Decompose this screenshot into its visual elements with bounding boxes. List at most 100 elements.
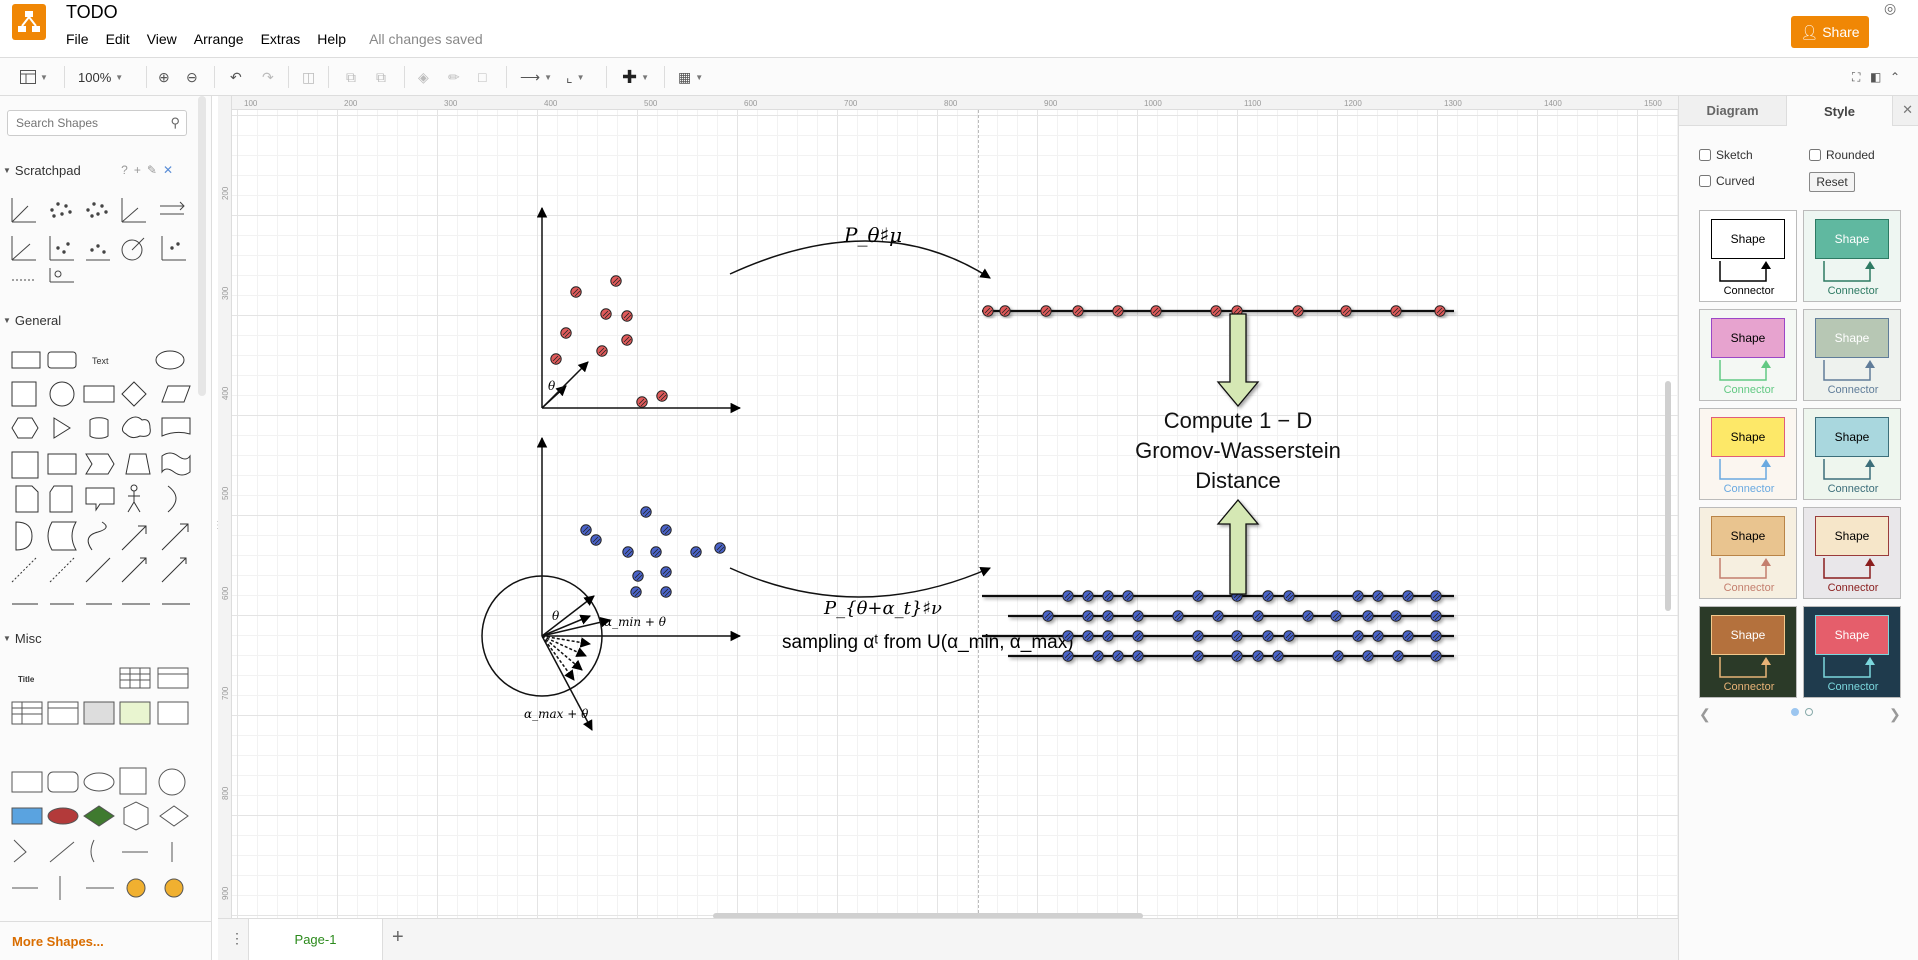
blue-point[interactable] — [622, 546, 634, 558]
blue-point[interactable] — [660, 586, 672, 598]
curved-checkbox[interactable] — [1699, 175, 1711, 187]
red-point-cloud[interactable] — [550, 275, 668, 408]
style-card[interactable]: Shape Connector — [1803, 408, 1901, 500]
menu-file[interactable]: File — [66, 31, 98, 47]
pages-menu-icon[interactable]: ⋮ — [230, 930, 244, 947]
red-line-point[interactable] — [1072, 305, 1084, 317]
fill-color-icon[interactable]: ◈ — [418, 67, 429, 87]
blue-line-point[interactable] — [1352, 590, 1364, 602]
red-line-point[interactable] — [999, 305, 1011, 317]
zoom-out-icon[interactable]: ⊖ — [186, 67, 198, 87]
blue-line-point[interactable] — [1132, 630, 1144, 642]
menu-help[interactable]: Help — [317, 31, 355, 47]
style-card[interactable]: Shape Connector — [1699, 210, 1797, 302]
blue-line-point[interactable] — [1082, 630, 1094, 642]
blue-point[interactable] — [660, 566, 672, 578]
blue-point[interactable] — [690, 546, 702, 558]
drawio-logo[interactable] — [12, 4, 46, 40]
blue-point[interactable] — [590, 534, 602, 546]
share-button[interactable]: 👤︎ Share — [1791, 16, 1869, 48]
red-point[interactable] — [610, 275, 622, 287]
blue-line-point[interactable] — [1102, 610, 1114, 622]
blue-line-point[interactable] — [1102, 630, 1114, 642]
blue-point[interactable] — [630, 586, 642, 598]
blue-line-point[interactable] — [1332, 650, 1344, 662]
blue-point[interactable] — [640, 506, 652, 518]
blue-line-point[interactable] — [1402, 630, 1414, 642]
edit-icon[interactable]: ✎ — [147, 163, 157, 177]
collapse-icon[interactable]: ⌃ — [1890, 67, 1900, 87]
blue-line-point[interactable] — [1392, 650, 1404, 662]
red-line-point[interactable] — [1112, 305, 1124, 317]
style-card[interactable]: Shape Connector — [1699, 309, 1797, 401]
red-point[interactable] — [550, 353, 562, 365]
blue-line-point[interactable] — [1372, 630, 1384, 642]
red-line-point[interactable] — [1390, 305, 1402, 317]
redo-icon[interactable]: ↷ — [262, 67, 274, 87]
blue-line-point[interactable] — [1231, 630, 1243, 642]
line-color-icon[interactable]: ✏︎ — [448, 67, 460, 87]
general-shapes[interactable]: Text — [8, 346, 198, 616]
search-input[interactable] — [14, 112, 164, 134]
blue-line-point[interactable] — [1192, 650, 1204, 662]
style-card[interactable]: Shape Connector — [1803, 210, 1901, 302]
bottom-projection-arrow[interactable] — [729, 566, 991, 598]
blue-line-point[interactable] — [1112, 650, 1124, 662]
menu-extras[interactable]: Extras — [261, 31, 310, 47]
curved-option[interactable]: Curved — [1699, 174, 1755, 188]
blue-line-point[interactable] — [1062, 650, 1074, 662]
tab-style[interactable]: Style — [1786, 96, 1893, 126]
red-point[interactable] — [570, 286, 582, 298]
shadow-icon[interactable]: □ — [478, 67, 486, 87]
search-box[interactable]: ⚲ — [7, 110, 187, 136]
red-line-point[interactable] — [1434, 305, 1446, 317]
undo-icon[interactable]: ↶ — [230, 67, 242, 87]
red-line-point[interactable] — [1150, 305, 1162, 317]
sidebar-scrollbar[interactable] — [198, 96, 206, 396]
blue-line-point[interactable] — [1430, 630, 1442, 642]
style-page-dots[interactable] — [1791, 708, 1813, 716]
blue-line-point[interactable] — [1062, 630, 1074, 642]
menu-arrange[interactable]: Arrange — [194, 31, 253, 47]
blue-point[interactable] — [580, 524, 592, 536]
blue-line-point[interactable] — [1092, 650, 1104, 662]
search-icon[interactable]: ⚲ — [170, 115, 180, 131]
page-tab-1[interactable]: Page-1 — [248, 919, 383, 960]
red-point[interactable] — [656, 390, 668, 402]
reset-button[interactable]: Reset — [1809, 172, 1855, 192]
delete-icon[interactable]: ◫ — [302, 67, 315, 87]
blue-line-point[interactable] — [1362, 610, 1374, 622]
palette-scratchpad[interactable]: ▼ Scratchpad ? + ✎ ✕ — [0, 158, 195, 182]
blue-line-point[interactable] — [1042, 610, 1054, 622]
compute-label[interactable]: Compute 1 − D Gromov-Wasserstein Distanc… — [1135, 408, 1341, 493]
red-point[interactable] — [600, 308, 612, 320]
menu-edit[interactable]: Edit — [106, 31, 139, 47]
blue-line-point[interactable] — [1132, 650, 1144, 662]
document-title[interactable]: TODO — [66, 2, 118, 23]
zoom-dropdown[interactable]: 100% ▼ — [78, 67, 123, 87]
blue-line-point[interactable] — [1430, 650, 1442, 662]
top-projection-line[interactable] — [982, 305, 1454, 317]
blue-line-point[interactable] — [1082, 610, 1094, 622]
upper-axes[interactable] — [536, 206, 742, 414]
blue-line-point[interactable] — [1390, 610, 1402, 622]
style-card[interactable]: Shape Connector — [1803, 507, 1901, 599]
red-line-point[interactable] — [1292, 305, 1304, 317]
blue-line-point[interactable] — [1362, 650, 1374, 662]
blue-line-point[interactable] — [1062, 590, 1074, 602]
blue-point-cloud[interactable] — [580, 506, 726, 598]
sketch-checkbox[interactable] — [1699, 149, 1711, 161]
add-page-icon[interactable]: + — [392, 926, 404, 949]
blue-line-point[interactable] — [1262, 630, 1274, 642]
fullscreen-icon[interactable]: ⛶ — [1852, 67, 1860, 87]
blue-line-point[interactable] — [1102, 590, 1114, 602]
menu-view[interactable]: View — [147, 31, 186, 47]
style-card[interactable]: Shape Connector — [1803, 309, 1901, 401]
globe-icon[interactable]: ◎ — [1884, 0, 1896, 17]
lower-axes[interactable] — [481, 436, 742, 731]
rounded-checkbox[interactable] — [1809, 149, 1821, 161]
blue-line-point[interactable] — [1082, 590, 1094, 602]
blue-line-point[interactable] — [1372, 590, 1384, 602]
red-point[interactable] — [636, 396, 648, 408]
to-front-icon[interactable]: ⧉ — [346, 67, 356, 87]
